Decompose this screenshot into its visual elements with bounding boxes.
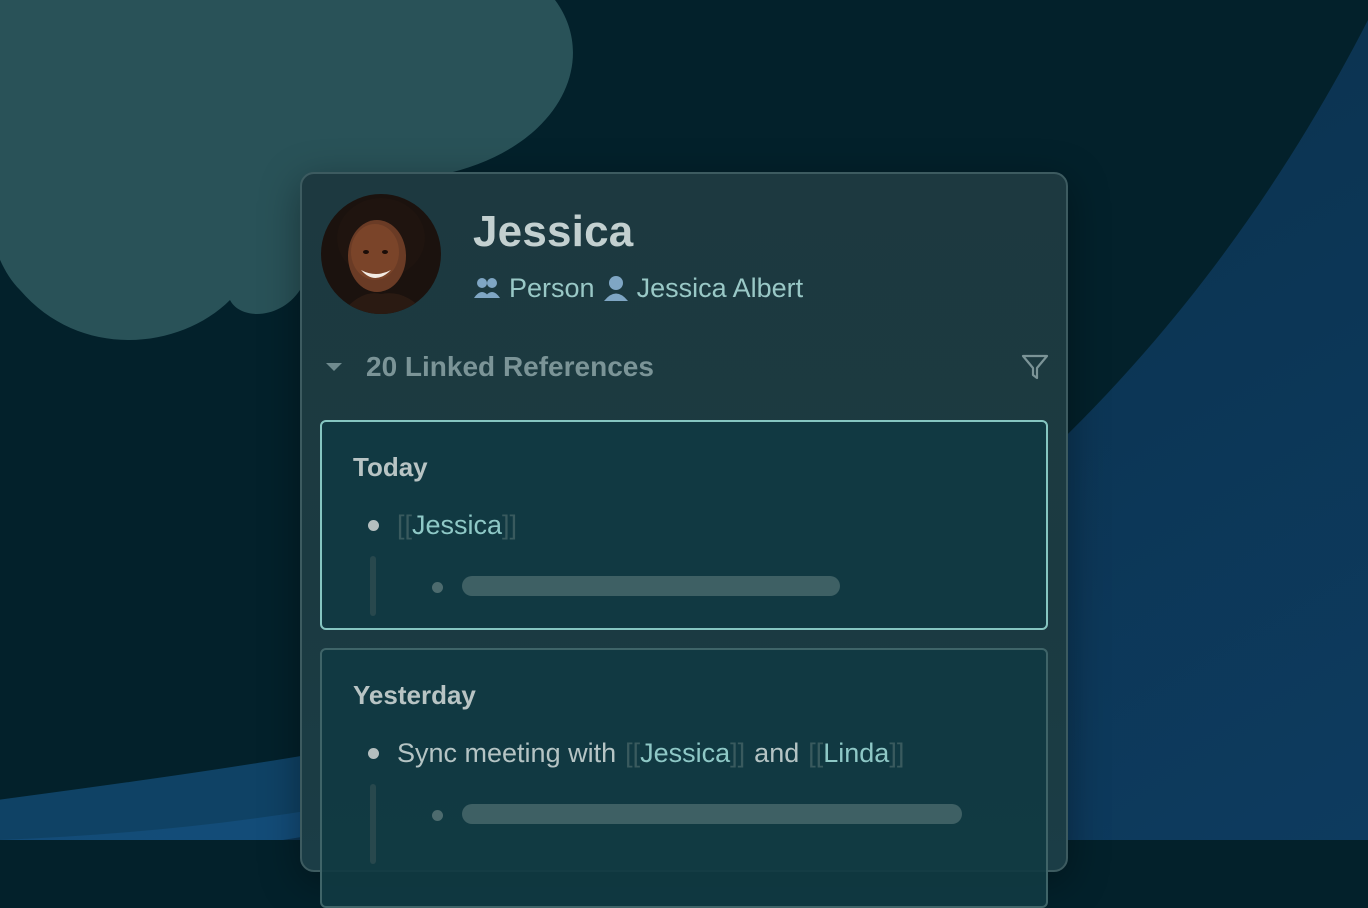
page-link[interactable]: Jessica: [412, 510, 502, 541]
linked-references-header: 20 Linked References: [324, 349, 1050, 385]
reference-date[interactable]: Yesterday: [353, 680, 476, 711]
close-bracket: ]]: [502, 510, 518, 540]
reference-date[interactable]: Today: [353, 452, 428, 483]
close-bracket: ]]: [730, 738, 746, 768]
page-link-jessica[interactable]: Jessica: [640, 738, 730, 769]
page-link-linda[interactable]: Linda: [823, 738, 889, 769]
child-bullet-icon[interactable]: [432, 810, 443, 821]
bullet-icon[interactable]: [368, 748, 379, 759]
reference-block[interactable]: [[ Jessica ]]: [368, 510, 517, 541]
indent-guide: [370, 556, 376, 616]
reference-block[interactable]: Sync meeting with [[ Jessica ]] and [[ L…: [368, 738, 904, 769]
linked-references-title[interactable]: 20 Linked References: [366, 351, 654, 383]
reference-group-today[interactable]: Today [[ Jessica ]]: [320, 420, 1048, 630]
open-bracket: [[: [625, 738, 641, 768]
block-text: Sync meeting with: [397, 738, 617, 768]
bullet-icon[interactable]: [368, 520, 379, 531]
people-icon: [473, 276, 501, 300]
avatar-photo: [321, 194, 441, 314]
reference-group-yesterday[interactable]: Yesterday Sync meeting with [[ Jessica ]…: [320, 648, 1048, 908]
page-properties: Person Jessica Albert: [473, 268, 803, 308]
indent-guide: [370, 784, 376, 864]
close-bracket: ]]: [889, 738, 905, 768]
child-bullet-icon[interactable]: [432, 582, 443, 593]
block-text: and: [754, 738, 800, 768]
person-page-card: Jessica Person Jessica Albert 20 Linked …: [300, 172, 1068, 908]
open-bracket: [[: [808, 738, 824, 768]
collapse-caret-icon[interactable]: [326, 363, 342, 371]
child-block-placeholder: [462, 576, 840, 596]
open-bracket: [[: [397, 510, 413, 540]
filter-icon[interactable]: [1020, 352, 1050, 382]
page-title: Jessica: [473, 207, 634, 256]
avatar[interactable]: [321, 194, 441, 314]
property-type[interactable]: Person: [509, 273, 595, 304]
person-icon: [603, 274, 629, 302]
property-full-name[interactable]: Jessica Albert: [637, 273, 804, 304]
child-block-placeholder: [462, 804, 962, 824]
